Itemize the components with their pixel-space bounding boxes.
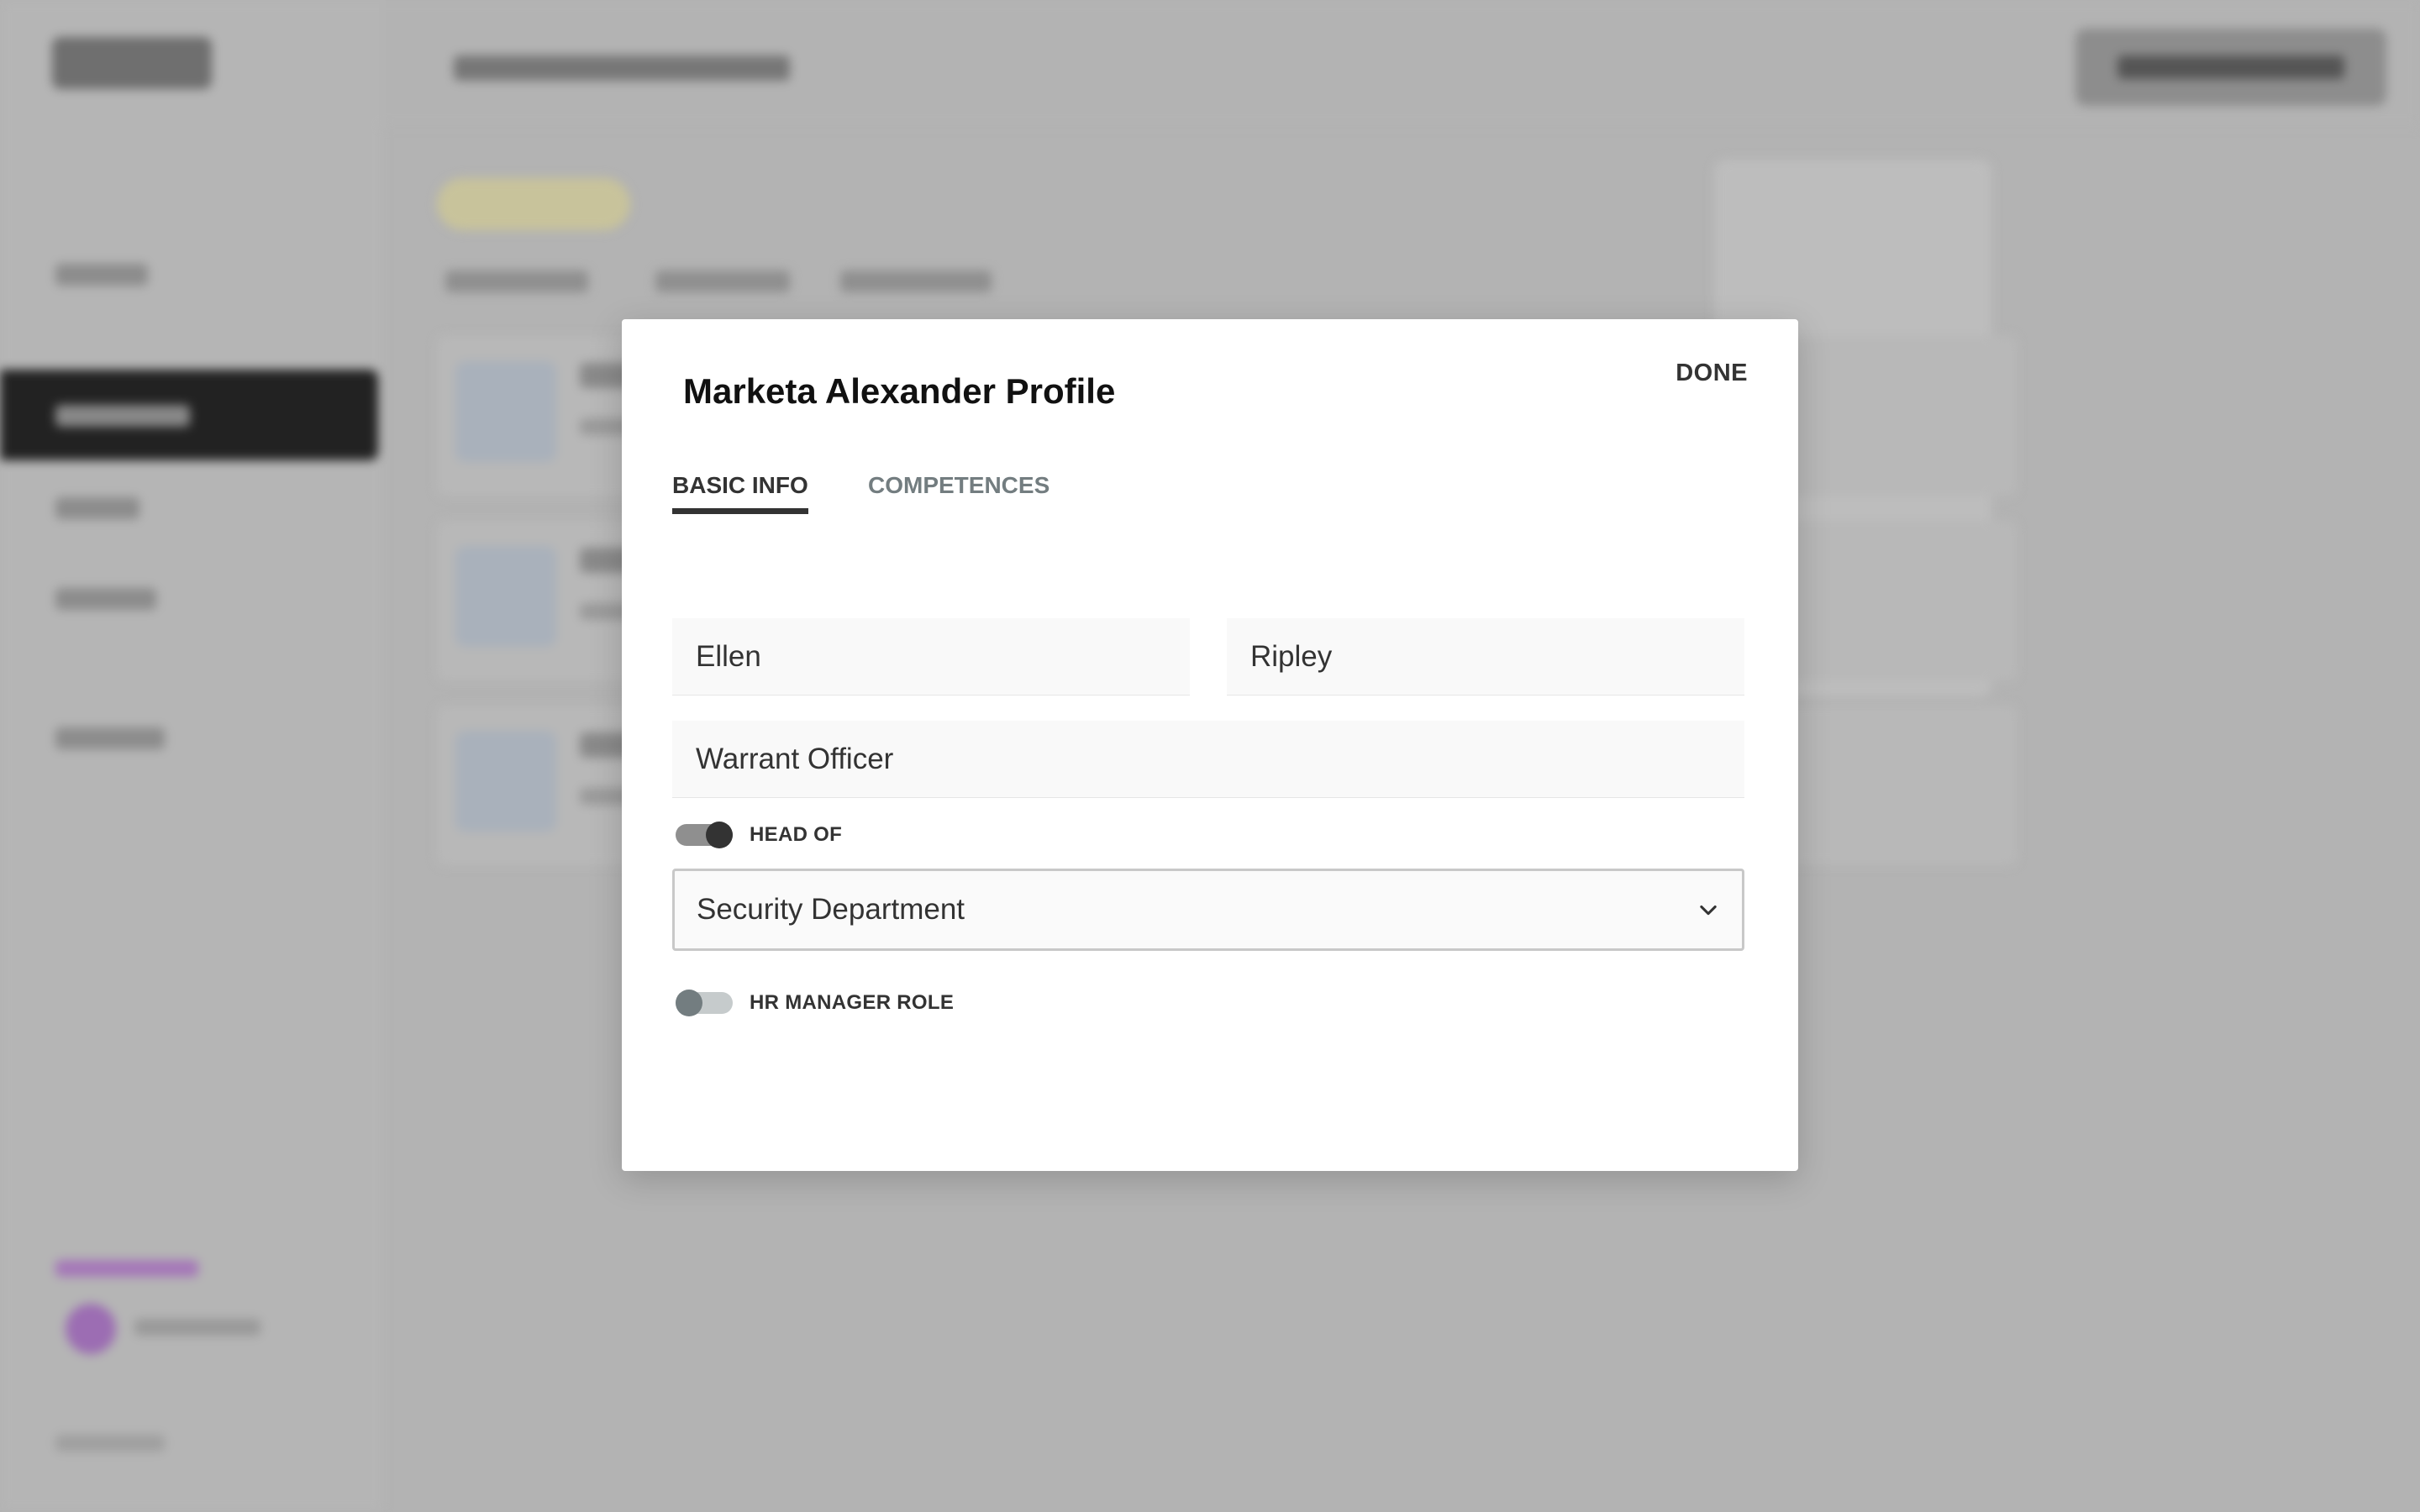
hr-manager-row: HR MANAGER ROLE — [676, 990, 955, 1016]
sidebar-item — [55, 588, 156, 610]
sidebar-item — [55, 264, 148, 286]
first-name-input[interactable] — [672, 618, 1190, 696]
bg-tab — [655, 270, 790, 292]
sidebar — [0, 0, 382, 1512]
head-of-label: HEAD OF — [750, 823, 843, 846]
tab-basic-info[interactable]: BASIC INFO — [672, 472, 808, 514]
sidebar-user — [134, 1319, 260, 1336]
sidebar-item — [55, 727, 165, 749]
top-action-label — [2118, 55, 2344, 79]
bg-tab — [445, 270, 588, 292]
sidebar-item-active — [0, 370, 378, 460]
department-select[interactable]: Security Department — [672, 869, 1744, 951]
status-pill — [437, 178, 630, 230]
head-of-row: HEAD OF — [676, 822, 843, 848]
profile-modal: Marketa Alexander Profile DONE BASIC INF… — [622, 319, 1798, 1171]
last-name-input[interactable] — [1227, 618, 1744, 696]
department-value: Security Department — [697, 893, 965, 926]
tab-competences[interactable]: COMPETENCES — [868, 472, 1050, 514]
sidebar-accent — [55, 1260, 198, 1277]
sidebar-item — [55, 497, 139, 519]
hr-manager-toggle[interactable] — [676, 990, 733, 1016]
modal-title: Marketa Alexander Profile — [683, 371, 1116, 411]
job-title-input[interactable] — [672, 721, 1744, 798]
chevron-down-icon — [1700, 905, 1717, 916]
sidebar-footer — [55, 1435, 165, 1452]
app-logo — [52, 37, 212, 89]
hr-manager-label: HR MANAGER ROLE — [750, 991, 955, 1014]
breadcrumb — [454, 55, 790, 81]
avatar — [66, 1304, 116, 1354]
done-button[interactable]: DONE — [1676, 353, 1748, 394]
bg-tab — [840, 270, 992, 292]
head-of-toggle[interactable] — [676, 822, 733, 848]
